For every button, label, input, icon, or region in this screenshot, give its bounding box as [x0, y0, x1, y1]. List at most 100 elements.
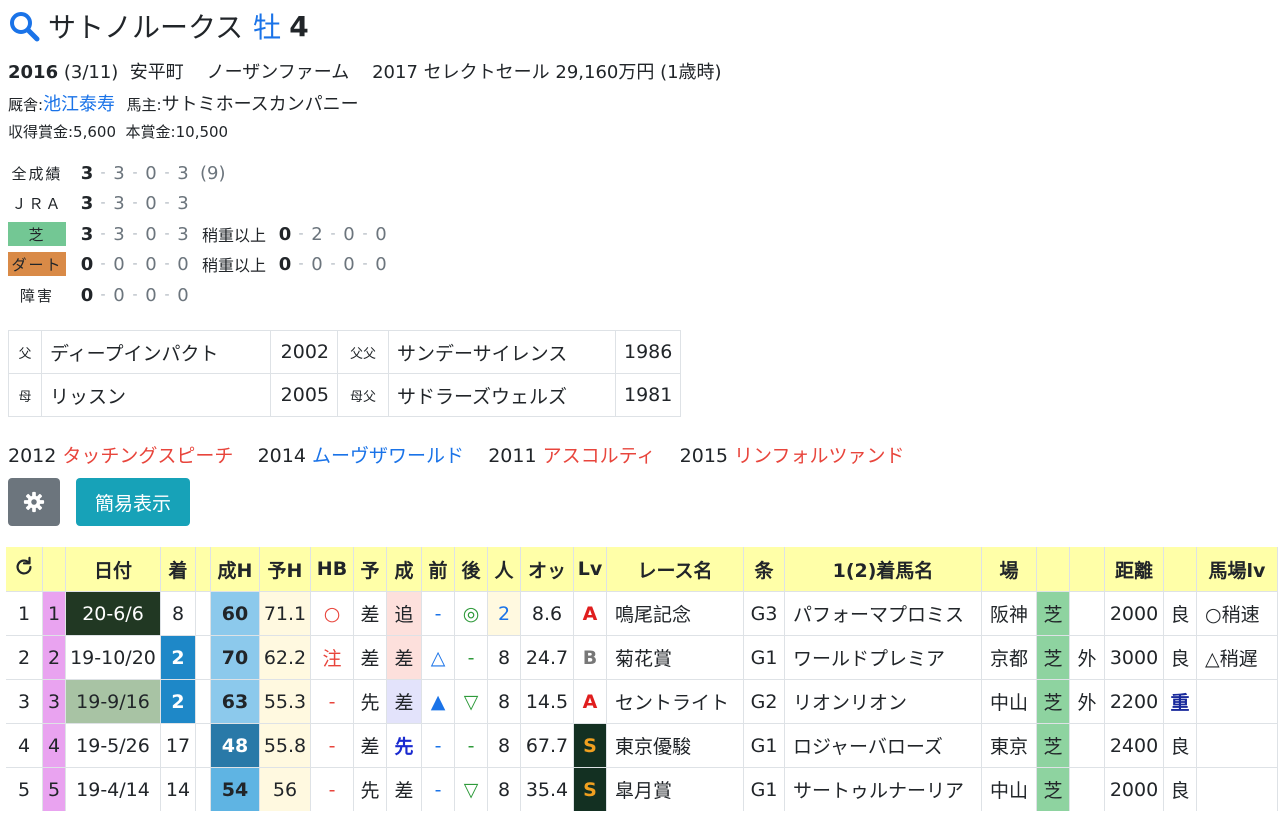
- col-header-pop[interactable]: 人: [487, 547, 521, 592]
- dam-sire-name[interactable]: サドラーズウェルズ: [388, 373, 616, 417]
- pred-score: 55.3: [259, 679, 311, 724]
- row-index: 4: [6, 723, 43, 768]
- race-date[interactable]: 19-5/26: [65, 723, 161, 768]
- front-mark: -: [421, 723, 455, 768]
- race-date[interactable]: 19-9/16: [65, 679, 161, 724]
- track-level: ○稍速: [1196, 591, 1278, 636]
- col-header-lv[interactable]: Lv: [573, 547, 607, 592]
- table-row[interactable]: 1 1 20-6/6 8 60 71.1 ○ 差 追 - ◎ 2 8.6 A 鳴…: [6, 591, 1278, 636]
- finish-pos: 14: [160, 767, 196, 811]
- winner-name[interactable]: ロジャーバローズ: [784, 723, 982, 768]
- record-label: ＪＲＡ: [11, 194, 63, 213]
- style-pred: 差: [353, 635, 387, 680]
- col-header-sei[interactable]: 成: [386, 547, 422, 592]
- col-header-distance[interactable]: 距離: [1104, 547, 1164, 592]
- back-mark: ◎: [454, 591, 488, 636]
- table-row[interactable]: 3 3 19-9/16 2 63 55.3 - 先 差 ▲ ▽ 8 14.5 A…: [6, 679, 1278, 724]
- earned-money: 収得賞金:5,600: [8, 123, 116, 141]
- col-header-front[interactable]: 前: [421, 547, 455, 592]
- col-header-track-lv[interactable]: 馬場lv: [1196, 547, 1278, 592]
- winner-name[interactable]: リオンリオン: [784, 679, 982, 724]
- record-second: 0: [113, 253, 125, 275]
- race-date[interactable]: 19-10/20: [65, 635, 161, 680]
- col-header-pred[interactable]: 予H: [259, 547, 311, 592]
- col-header-venue[interactable]: 場: [981, 547, 1037, 592]
- winner-name[interactable]: サートゥルナーリア: [784, 767, 982, 811]
- settings-button[interactable]: [8, 478, 60, 526]
- track-level: [1196, 723, 1278, 768]
- race-name[interactable]: 皐月賞: [606, 767, 744, 811]
- col-header-odds[interactable]: オッ: [520, 547, 574, 592]
- course: [1069, 767, 1105, 811]
- track-level: [1196, 767, 1278, 811]
- col-header-finish[interactable]: 着: [160, 547, 196, 592]
- sibling-link[interactable]: ムーヴザワールド: [312, 445, 464, 467]
- track-level: [1196, 679, 1278, 724]
- table-row[interactable]: 4 4 19-5/26 17 48 55.8 - 差 先 - - 8 67.7 …: [6, 723, 1278, 768]
- popularity: 8: [487, 679, 521, 724]
- search-icon[interactable]: [8, 10, 40, 42]
- race-name[interactable]: 菊花賞: [606, 635, 744, 680]
- sibling-link[interactable]: アスコルティ: [543, 445, 656, 467]
- grade: G1: [743, 723, 785, 768]
- race-name[interactable]: 東京優駿: [606, 723, 744, 768]
- spacer-cell: [195, 635, 211, 680]
- spacer-cell: [195, 679, 211, 724]
- col-header-hb[interactable]: HB: [310, 547, 354, 592]
- popularity: 8: [487, 635, 521, 680]
- back-mark: -: [454, 635, 488, 680]
- col-header-yo[interactable]: 予: [353, 547, 387, 592]
- col-header-date[interactable]: 日付: [65, 547, 161, 592]
- odds: 35.4: [520, 767, 574, 811]
- sire-name[interactable]: ディープインパクト: [41, 330, 271, 374]
- style-actual: 差: [386, 635, 422, 680]
- race-date[interactable]: 19-4/14: [65, 767, 161, 811]
- sibling-link[interactable]: タッチングスピーチ: [62, 445, 233, 467]
- race-name[interactable]: 鳴尾記念: [606, 591, 744, 636]
- col-header-back[interactable]: 後: [454, 547, 488, 592]
- record-win: 0: [80, 253, 94, 275]
- back-mark: -: [454, 723, 488, 768]
- heavy-other: 0: [375, 223, 387, 245]
- distance: 2000: [1104, 767, 1164, 811]
- winner-name[interactable]: パフォーマプロミス: [784, 591, 982, 636]
- record-third: 0: [145, 284, 157, 306]
- heavy-second: 2: [311, 223, 323, 245]
- pred-score: 56: [259, 767, 311, 811]
- record-label: 全成績: [11, 164, 63, 183]
- condition: 重: [1163, 679, 1197, 724]
- col-header-winner[interactable]: 1(2)着馬名: [784, 547, 982, 592]
- distance: 2000: [1104, 591, 1164, 636]
- condition: 良: [1163, 767, 1197, 811]
- table-row[interactable]: 5 5 19-4/14 14 54 56 - 先 差 - ▽ 8 35.4 S …: [6, 767, 1278, 811]
- sire-year: 2002: [270, 330, 338, 374]
- winner-name[interactable]: ワールドプレミア: [784, 635, 982, 680]
- horse-header: サトノルークス 牡 4: [8, 8, 309, 44]
- hb-mark: -: [310, 767, 354, 811]
- venue: 中山: [981, 679, 1037, 724]
- race-name[interactable]: セントライト: [606, 679, 744, 724]
- col-header-score[interactable]: 成H: [210, 547, 260, 592]
- sire-sire-name[interactable]: サンデーサイレンス: [388, 330, 616, 374]
- finish-pos: 8: [160, 591, 196, 636]
- course: 外: [1069, 679, 1105, 724]
- row-index-alt: 2: [42, 635, 66, 680]
- race-level: A: [573, 591, 607, 636]
- reload-header[interactable]: [6, 547, 43, 592]
- dam-name[interactable]: リッスン: [41, 373, 271, 417]
- sibling-link[interactable]: リンフォルツァンド: [734, 445, 904, 467]
- finish-pos: 2: [160, 635, 196, 680]
- record-third: 0: [145, 223, 157, 245]
- col-header-race[interactable]: レース名: [606, 547, 744, 592]
- odds: 24.7: [520, 635, 574, 680]
- trainer-link[interactable]: 池江泰寿: [43, 94, 115, 115]
- birth-region: 安平町: [129, 62, 184, 83]
- col-header-grade[interactable]: 条: [743, 547, 785, 592]
- reload-icon[interactable]: [13, 556, 35, 578]
- record-second: 3: [113, 223, 125, 245]
- race-date[interactable]: 20-6/6: [65, 591, 161, 636]
- simple-view-button[interactable]: 簡易表示: [76, 478, 190, 526]
- breeder: ノーザンファーム: [206, 62, 350, 83]
- table-row[interactable]: 2 2 19-10/20 2 70 62.2 注 差 差 △ - 8 24.7 …: [6, 635, 1278, 680]
- col-header-course: [1069, 547, 1105, 592]
